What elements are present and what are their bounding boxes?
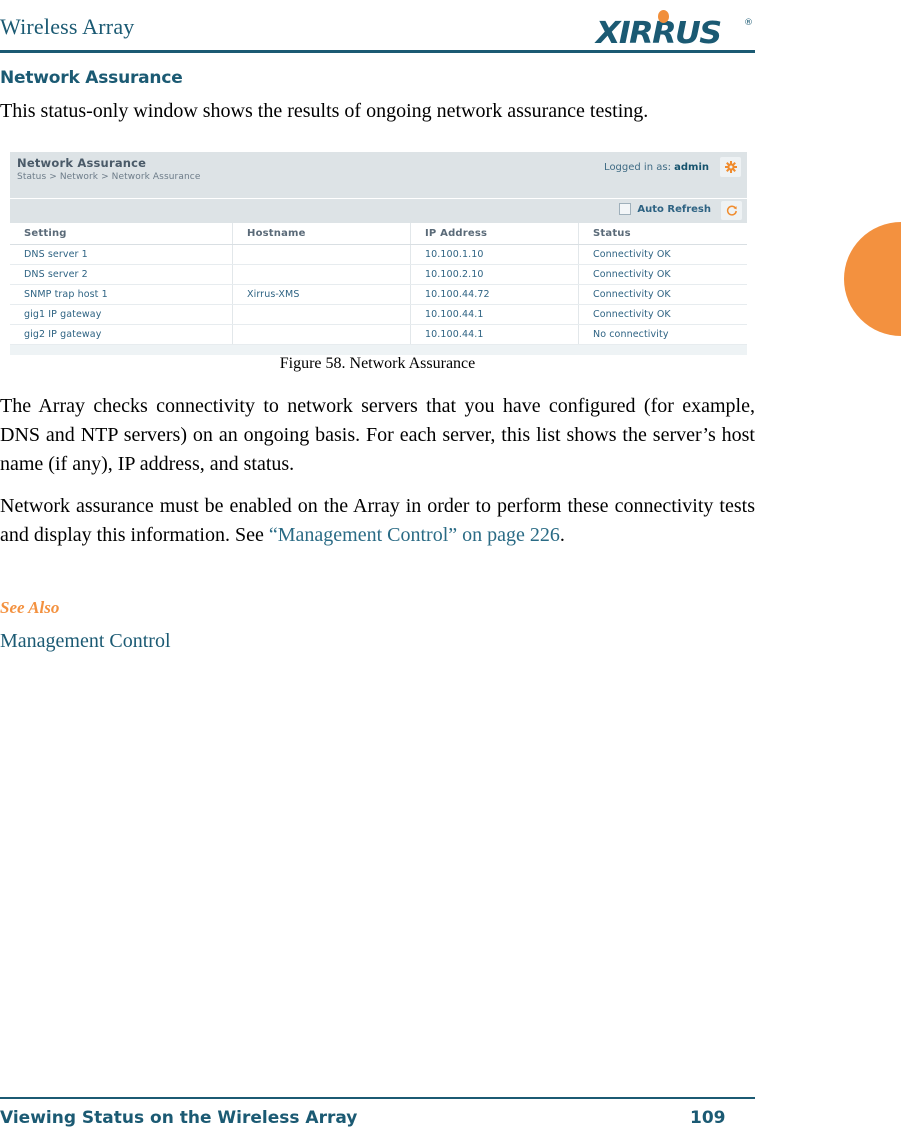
cell-status: Connectivity OK <box>578 304 747 325</box>
cell-status: Connectivity OK <box>578 264 747 285</box>
logo-trademark: ® <box>744 18 753 28</box>
cell-status: Connectivity OK <box>578 284 747 305</box>
cell-hostname <box>232 244 411 265</box>
refresh-icon[interactable] <box>721 201 742 220</box>
table-row: SNMP trap host 1 Xirrus-XMS 10.100.44.72… <box>10 284 747 305</box>
auto-refresh-label: Auto Refresh <box>637 203 711 215</box>
body-paragraph-1: The Array checks connectivity to network… <box>0 395 755 475</box>
app-toolbar: Auto Refresh <box>10 199 747 223</box>
column-header-hostname[interactable]: Hostname <box>232 223 411 245</box>
cell-hostname <box>232 304 411 325</box>
footer-divider <box>0 1097 755 1099</box>
see-also-link[interactable]: Management Control <box>0 630 171 653</box>
cell-ip-address: 10.100.1.10 <box>410 244 579 265</box>
logo-wordmark: XIRRUS <box>596 16 722 51</box>
cell-hostname: Xirrus-XMS <box>232 284 411 305</box>
footer-text: Viewing Status on the Wireless Array <box>0 1108 358 1128</box>
paragraph-2-text-after: . <box>559 524 565 546</box>
page-number: 109 <box>690 1108 726 1128</box>
cell-ip-address: 10.100.44.1 <box>410 304 579 325</box>
app-footer-band <box>10 345 747 355</box>
table-row: gig2 IP gateway 10.100.44.1 No connectiv… <box>10 324 747 345</box>
cell-setting: DNS server 2 <box>10 264 233 285</box>
auto-refresh-group[interactable]: Auto Refresh <box>619 203 711 215</box>
logo-dot-icon <box>658 10 669 23</box>
table-header-row: Setting Hostname IP Address Status <box>10 223 747 245</box>
login-status-user: admin <box>674 162 709 173</box>
table-row: DNS server 2 10.100.2.10 Connectivity OK <box>10 264 747 285</box>
table-row: DNS server 1 10.100.1.10 Connectivity OK <box>10 244 747 265</box>
cell-ip-address: 10.100.44.72 <box>410 284 579 305</box>
login-status: Logged in as: admin <box>604 162 709 173</box>
gear-icon[interactable] <box>720 157 741 177</box>
section-heading: Network Assurance <box>0 68 183 88</box>
cell-status: Connectivity OK <box>578 244 747 265</box>
refresh-icon-glyph <box>726 205 737 216</box>
login-status-prefix: Logged in as: <box>604 162 671 173</box>
cell-ip-address: 10.100.2.10 <box>410 264 579 285</box>
figure-caption: Figure 58. Network Assurance <box>279 355 476 372</box>
cell-hostname <box>232 264 411 285</box>
breadcrumb: Status > Network > Network Assurance <box>17 172 201 182</box>
column-header-setting[interactable]: Setting <box>10 223 233 245</box>
header-divider <box>0 50 755 53</box>
network-assurance-window: Network Assurance Status > Network > Net… <box>10 152 747 355</box>
xirrus-logo: XIRRUS ® <box>596 8 756 51</box>
cell-ip-address: 10.100.44.1 <box>410 324 579 345</box>
body-paragraph-2: Network assurance must be enabled on the… <box>0 492 755 550</box>
cell-status: No connectivity <box>578 324 747 345</box>
page-header: Wireless Array XIRRUS ® <box>0 0 901 56</box>
cell-setting: gig2 IP gateway <box>10 324 233 345</box>
cell-setting: DNS server 1 <box>10 244 233 265</box>
column-header-ip-address[interactable]: IP Address <box>410 223 579 245</box>
intro-paragraph: This status-only window shows the result… <box>0 100 649 122</box>
network-assurance-table: Setting Hostname IP Address Status DNS s… <box>10 223 747 345</box>
see-also-heading: See Also <box>0 598 60 617</box>
cell-setting: SNMP trap host 1 <box>10 284 233 305</box>
app-titlebar: Network Assurance Status > Network > Net… <box>10 152 747 199</box>
table-row: gig1 IP gateway 10.100.44.1 Connectivity… <box>10 304 747 325</box>
gear-icon-glyph <box>724 161 737 173</box>
page-header-title: Wireless Array <box>0 14 135 39</box>
management-control-link[interactable]: “Management Control” on page 226 <box>269 524 560 546</box>
cell-setting: gig1 IP gateway <box>10 304 233 325</box>
auto-refresh-checkbox[interactable] <box>619 203 632 215</box>
app-window-title: Network Assurance <box>17 156 147 170</box>
column-header-status[interactable]: Status <box>578 223 747 245</box>
cell-hostname <box>232 324 411 345</box>
page-edge-tab <box>844 222 901 336</box>
